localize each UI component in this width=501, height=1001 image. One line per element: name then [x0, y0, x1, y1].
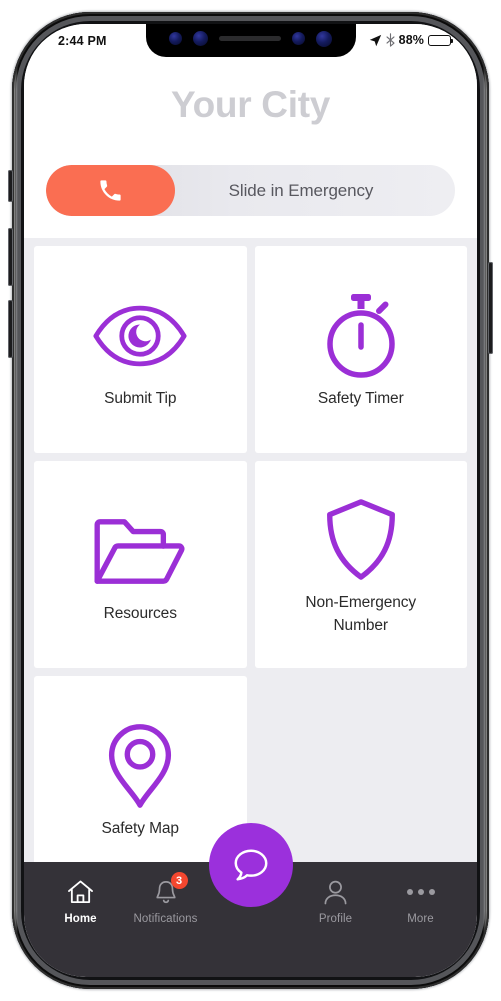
chat-fab-button[interactable] [208, 823, 293, 907]
silent-switch[interactable] [8, 170, 13, 202]
dot [417, 889, 424, 895]
nav-item-more[interactable]: More [378, 878, 463, 925]
front-camera-icon [193, 31, 208, 46]
battery-percent-label: 88% [398, 33, 424, 47]
tile-resources[interactable]: Resources [34, 461, 247, 668]
notification-badge: 3 [170, 872, 188, 889]
nav-item-profile[interactable]: Profile [293, 878, 378, 925]
nav-label: Profile [318, 913, 353, 925]
page-title: Your City [170, 84, 330, 125]
emergency-call-slider[interactable]: Slide in Emergency [46, 165, 455, 216]
tile-safety-timer[interactable]: Safety Timer [254, 246, 467, 453]
bottom-navigation-bar: Home 3 Notifications Profile More [24, 823, 477, 977]
nav-label: Notifications [133, 913, 198, 925]
tile-label: Resources [103, 605, 177, 623]
tile-submit-tip[interactable]: Submit Tip [34, 246, 247, 453]
nav-item-notifications[interactable]: 3 Notifications [123, 872, 208, 925]
tile-label: Submit Tip [104, 390, 177, 408]
feature-tile-grid: Submit Tip Safety Timer Resources Non-Em… [34, 238, 467, 883]
dot [428, 889, 435, 895]
nav-label: More [407, 913, 434, 925]
status-bar-time: 2:44 PM [58, 34, 107, 48]
volume-down-button[interactable] [8, 300, 13, 358]
earpiece-speaker [219, 36, 281, 41]
phone-icon [97, 177, 124, 204]
nav-item-home[interactable]: Home [38, 878, 123, 925]
proximity-sensor-icon [292, 31, 305, 45]
volume-up-button[interactable] [8, 228, 13, 286]
tile-non-emergency-number[interactable]: Non-Emergency Number [254, 461, 467, 668]
shield-icon [321, 492, 401, 588]
ambient-light-sensor-icon [316, 30, 332, 47]
nav-label: Home [64, 913, 97, 925]
home-icon [67, 878, 94, 906]
power-button[interactable] [488, 262, 493, 354]
battery-icon [428, 34, 454, 46]
tile-label: Safety Map [101, 820, 180, 838]
eye-icon [92, 288, 188, 384]
location-arrow-icon [369, 34, 382, 47]
tile-label: Non-Emergency Number [305, 594, 417, 634]
emergency-slider-thumb[interactable] [46, 165, 175, 216]
device-notch [145, 24, 356, 57]
dot [406, 889, 413, 895]
folder-open-icon [91, 503, 189, 599]
app-header: Your City Slide in Emergency [24, 62, 477, 238]
status-bar-indicators: 88% [369, 33, 454, 47]
person-icon [323, 878, 348, 906]
chat-bubble-icon [231, 845, 271, 885]
ellipsis-icon [406, 878, 435, 906]
front-sensor-icon [169, 31, 182, 45]
bluetooth-icon [386, 33, 395, 47]
tile-label: Safety Timer [317, 390, 404, 408]
phone-screen: 2:44 PM 88% Your City Slide in Emergency… [24, 24, 477, 977]
stopwatch-icon [318, 288, 404, 384]
emergency-slider-label: Slide in Emergency [228, 180, 374, 200]
map-pin-icon [104, 718, 176, 814]
